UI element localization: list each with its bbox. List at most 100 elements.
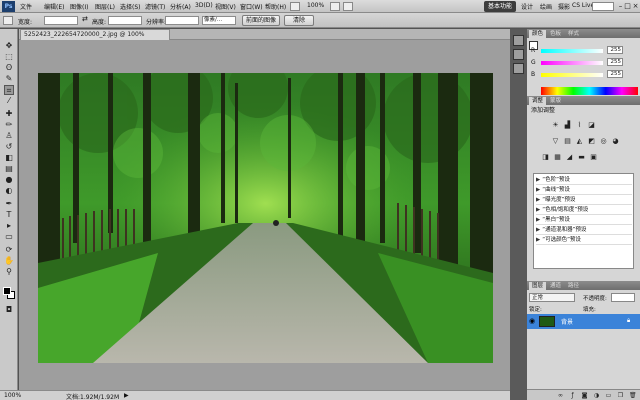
- eraser-tool-icon[interactable]: ◧: [4, 153, 14, 163]
- cs-live-button[interactable]: CS Live: [572, 2, 594, 9]
- layer-row-background[interactable]: ◉ 背景 🔒︎: [527, 314, 640, 329]
- blur-tool-icon[interactable]: ●: [4, 175, 14, 185]
- blue-value[interactable]: 255: [607, 70, 623, 78]
- close-icon[interactable]: ×: [632, 1, 639, 11]
- 3d-rotate-tool-icon[interactable]: ⟳: [4, 245, 14, 255]
- black-white-icon[interactable]: ◩: [587, 137, 596, 146]
- screen-mode-icon[interactable]: [343, 2, 353, 11]
- tab-color[interactable]: 颜色: [529, 30, 547, 38]
- healing-brush-icon[interactable]: ✚: [4, 109, 14, 119]
- red-slider[interactable]: [541, 49, 603, 53]
- document-tab[interactable]: 5252423_222654720000_2.jpg @ 100%(RGB/8#…: [20, 29, 170, 48]
- tab-channels[interactable]: 通道: [547, 282, 564, 290]
- workspace-painting[interactable]: 绘画: [540, 2, 552, 11]
- photo-filter-icon[interactable]: ◎: [599, 137, 608, 146]
- zoom-level[interactable]: 100%: [307, 2, 324, 9]
- pen-tool-icon[interactable]: ✒: [4, 199, 14, 209]
- tab-masks[interactable]: 蒙版: [547, 97, 564, 105]
- marquee-tool-icon[interactable]: ⬚: [4, 52, 14, 62]
- resolution-input[interactable]: [165, 16, 199, 25]
- forest-path-image[interactable]: [38, 73, 493, 363]
- menu-window[interactable]: 窗口(W): [240, 2, 263, 11]
- swap-icon[interactable]: ⇄: [82, 15, 88, 23]
- history-panel-icon[interactable]: [513, 35, 524, 46]
- hue-saturation-icon[interactable]: ▤: [563, 137, 572, 146]
- invert-icon[interactable]: ◨: [541, 153, 550, 162]
- red-value[interactable]: 255: [607, 46, 623, 54]
- status-zoom[interactable]: 100%: [4, 392, 21, 399]
- path-select-tool-icon[interactable]: ▸: [4, 221, 14, 231]
- menu-analysis[interactable]: 分析(A): [170, 2, 191, 11]
- new-adjustment-layer-icon[interactable]: ◑: [593, 392, 600, 399]
- resolution-unit-select[interactable]: 像素/...: [202, 16, 236, 25]
- green-slider[interactable]: [541, 61, 603, 65]
- clear-button[interactable]: 清除: [284, 15, 314, 26]
- menu-select[interactable]: 选择(S): [120, 2, 141, 11]
- color-spectrum-bar[interactable]: [541, 87, 638, 95]
- workspace-design[interactable]: 设计: [521, 2, 533, 11]
- vibrance-icon[interactable]: ▽: [551, 137, 560, 146]
- height-input[interactable]: [108, 16, 142, 25]
- tab-swatches[interactable]: 色板: [547, 30, 564, 38]
- list-item[interactable]: ▶ “色阶”预设: [536, 176, 632, 185]
- status-menu-arrow-icon[interactable]: ▶: [124, 392, 129, 399]
- brush-tool-icon[interactable]: ✏: [4, 120, 14, 130]
- foreground-color-swatch[interactable]: [3, 287, 11, 295]
- tab-adjustments[interactable]: 调整: [529, 97, 547, 105]
- crop-tool-icon[interactable]: ⌗: [4, 85, 14, 95]
- curves-icon[interactable]: ⌇: [575, 121, 584, 130]
- new-group-icon[interactable]: ▭: [605, 392, 612, 399]
- arrange-icon[interactable]: [330, 2, 340, 11]
- minimize-icon[interactable]: –: [617, 1, 624, 11]
- threshold-icon[interactable]: ◢: [565, 153, 574, 162]
- quick-mask-icon[interactable]: ◘: [4, 305, 14, 315]
- menu-image[interactable]: 图像(I): [70, 2, 88, 11]
- type-tool-icon[interactable]: T: [4, 210, 14, 220]
- exposure-icon[interactable]: ◪: [587, 121, 596, 130]
- actions-panel-icon[interactable]: [513, 49, 524, 60]
- selective-color-icon[interactable]: ▣: [589, 153, 598, 162]
- menu-file[interactable]: 文件: [20, 2, 32, 11]
- list-item[interactable]: ▶ “色相/饱和度”预设: [536, 206, 632, 215]
- green-value[interactable]: 255: [607, 58, 623, 66]
- width-input[interactable]: [44, 16, 78, 25]
- brightness-icon[interactable]: ☀: [551, 121, 560, 130]
- history-brush-icon[interactable]: ↺: [4, 142, 14, 152]
- channel-mixer-icon[interactable]: ◕: [611, 137, 620, 146]
- eyedropper-tool-icon[interactable]: ⁄: [4, 96, 14, 106]
- brushes-panel-icon[interactable]: [513, 63, 524, 74]
- dodge-tool-icon[interactable]: ◐: [4, 186, 14, 196]
- menu-view[interactable]: 视图(V): [215, 2, 236, 11]
- workspace-essentials-button[interactable]: 基本功能: [484, 1, 516, 12]
- gradient-tool-icon[interactable]: ▤: [4, 164, 14, 174]
- menu-3d[interactable]: 3D(D): [195, 2, 213, 9]
- list-item[interactable]: ▶ “曲线”预设: [536, 186, 632, 195]
- menu-help[interactable]: 帮助(H): [265, 2, 286, 11]
- clone-stamp-icon[interactable]: ♙: [4, 131, 14, 141]
- restore-icon[interactable]: □: [624, 1, 631, 11]
- menu-filter[interactable]: 滤镜(T): [145, 2, 165, 11]
- opacity-input[interactable]: [611, 293, 635, 302]
- delete-layer-icon[interactable]: 🗑︎: [629, 392, 637, 399]
- list-item[interactable]: ▶ “曝光度”预设: [536, 196, 632, 205]
- link-layers-icon[interactable]: ∞: [557, 392, 564, 399]
- front-image-button[interactable]: 前面的图像: [242, 15, 280, 26]
- layer-style-icon[interactable]: ƒ: [569, 392, 576, 399]
- tab-styles[interactable]: 样式: [565, 30, 582, 38]
- gradient-map-icon[interactable]: ▬: [577, 153, 586, 162]
- tab-paths[interactable]: 路径: [565, 282, 582, 290]
- layer-name[interactable]: 背景: [561, 317, 573, 326]
- hand-tool-icon[interactable]: ✋: [4, 256, 14, 266]
- tab-layers[interactable]: 图层: [529, 282, 547, 290]
- menu-edit[interactable]: 编辑(E): [44, 2, 64, 11]
- list-item[interactable]: ▶ “可选颜色”预设: [536, 236, 632, 245]
- visibility-eye-icon[interactable]: ◉: [529, 317, 535, 325]
- zoom-tool-icon[interactable]: ⚲: [4, 267, 14, 277]
- workspace-photography[interactable]: 摄影: [558, 2, 570, 11]
- color-balance-icon[interactable]: ◭: [575, 137, 584, 146]
- lasso-tool-icon[interactable]: ʘ: [4, 63, 14, 73]
- posterize-icon[interactable]: ▦: [553, 153, 562, 162]
- search-input[interactable]: [592, 2, 614, 11]
- list-item[interactable]: ▶ “黑白”预设: [536, 216, 632, 225]
- crop-tool-preset-icon[interactable]: [3, 16, 13, 25]
